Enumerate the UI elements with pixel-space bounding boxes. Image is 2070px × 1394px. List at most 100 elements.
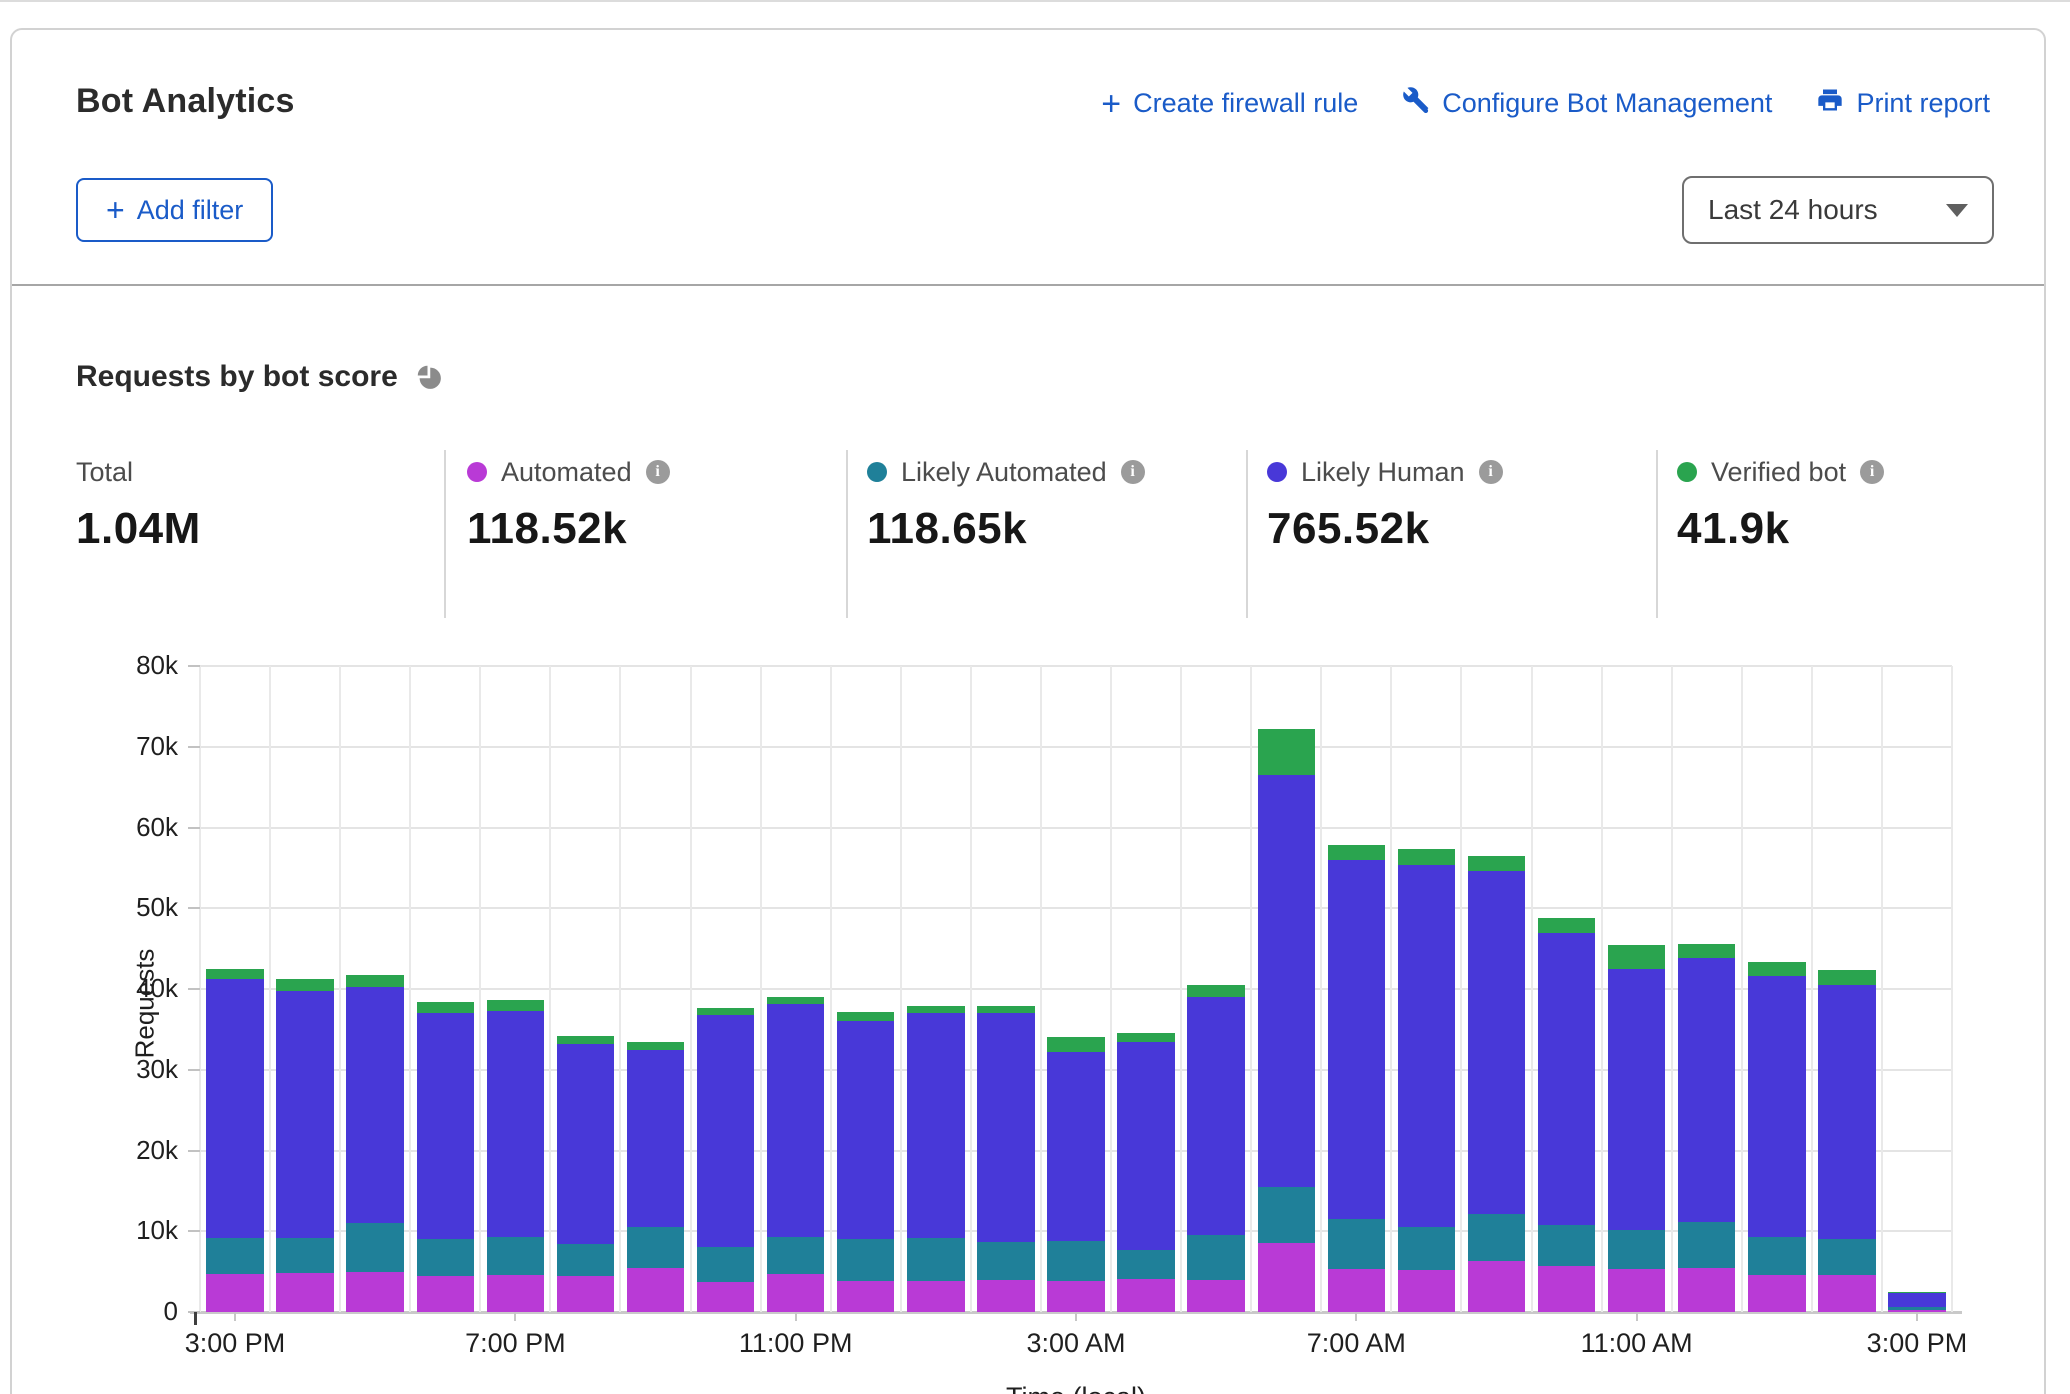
configure-bot-management-link[interactable]: Configure Bot Management (1402, 86, 1772, 121)
bar-segment-automated (1258, 1243, 1315, 1312)
bar-segment-automated (206, 1274, 263, 1312)
bar-segment-likely-automated (346, 1223, 403, 1271)
x-tick (1075, 1312, 1077, 1321)
v-gridline (1951, 666, 1953, 1312)
chart-bar[interactable] (697, 1008, 754, 1312)
v-gridline (1110, 666, 1112, 1312)
bar-segment-likely-human (1047, 1052, 1104, 1241)
bar-segment-automated (276, 1273, 333, 1312)
chart-bar[interactable] (837, 1012, 894, 1312)
stat-value: 765.52k (1267, 504, 1503, 554)
bar-segment-verified-bot (1468, 856, 1525, 871)
info-icon[interactable]: i (1121, 460, 1145, 484)
bar-segment-likely-automated (1258, 1187, 1315, 1244)
time-range-select[interactable]: Last 24 hours (1682, 176, 1994, 244)
bar-segment-verified-bot (206, 969, 263, 979)
y-tick (188, 988, 200, 990)
wrench-icon (1402, 86, 1430, 121)
chart-bar[interactable] (1187, 985, 1244, 1312)
create-firewall-rule-link[interactable]: + Create firewall rule (1101, 88, 1358, 119)
chart-bar[interactable] (1117, 1033, 1174, 1312)
chart-bar[interactable] (1678, 944, 1735, 1312)
bar-segment-verified-bot (487, 1000, 544, 1010)
x-tick-label: 7:00 PM (465, 1328, 566, 1359)
chart-bar[interactable] (1047, 1037, 1104, 1312)
bar-segment-verified-bot (977, 1006, 1034, 1013)
requests-by-bot-score-chart: 010k20k30k40k50k60k70k80k3:00 PM7:00 PM1… (200, 666, 1952, 1312)
chart-bar[interactable] (417, 1002, 474, 1312)
v-gridline (1881, 666, 1883, 1312)
chart-bar[interactable] (977, 1006, 1034, 1312)
bar-segment-automated (1117, 1279, 1174, 1312)
x-tick-label: 3:00 PM (1867, 1328, 1968, 1359)
bar-segment-likely-automated (487, 1237, 544, 1275)
stat-label: Total (76, 457, 133, 488)
v-gridline (690, 666, 692, 1312)
v-gridline (830, 666, 832, 1312)
h-gridline (200, 827, 1952, 829)
header-divider (12, 284, 2044, 286)
v-gridline (409, 666, 411, 1312)
print-report-link[interactable]: Print report (1816, 86, 1990, 121)
bar-segment-likely-human (1187, 997, 1244, 1235)
plus-icon: + (106, 196, 125, 224)
bar-segment-verified-bot (346, 975, 403, 987)
bar-segment-likely-human (1888, 1293, 1945, 1308)
section-title-row: Requests by bot score (76, 360, 444, 394)
chart-bar[interactable] (1398, 849, 1455, 1312)
chart-bar[interactable] (346, 975, 403, 1312)
info-icon[interactable]: i (1860, 460, 1884, 484)
bar-segment-likely-human (1748, 976, 1805, 1237)
h-gridline (200, 665, 1952, 667)
y-tick-label: 20k (98, 1135, 178, 1166)
time-range-value: Last 24 hours (1708, 194, 1878, 226)
v-gridline (619, 666, 621, 1312)
chart-bar[interactable] (276, 979, 333, 1312)
bar-segment-likely-human (1678, 958, 1735, 1221)
bar-segment-likely-human (417, 1013, 474, 1239)
v-gridline (1040, 666, 1042, 1312)
chart-bar[interactable] (206, 969, 263, 1312)
chart-bar[interactable] (1258, 729, 1315, 1312)
chart-bar[interactable] (1538, 918, 1595, 1312)
x-tick-label: 11:00 PM (739, 1328, 853, 1359)
bar-segment-likely-human (907, 1013, 964, 1237)
bot-analytics-page: Bot Analytics + Create firewall rule Con… (0, 0, 2070, 1394)
section-title: Requests by bot score (76, 360, 398, 394)
bar-segment-likely-automated (1678, 1222, 1735, 1268)
x-axis-title: Time (local) (1006, 1382, 1146, 1394)
chart-bar[interactable] (1468, 856, 1525, 1312)
bar-segment-likely-human (1117, 1042, 1174, 1250)
chart-bar[interactable] (557, 1036, 614, 1312)
configure-bot-management-label: Configure Bot Management (1442, 88, 1772, 119)
bar-segment-automated (346, 1272, 403, 1312)
bar-segment-verified-bot (1187, 985, 1244, 997)
chart-bar[interactable] (627, 1042, 684, 1312)
x-tick-label: 3:00 AM (1026, 1328, 1125, 1359)
chart-bar[interactable] (1818, 970, 1875, 1312)
bar-segment-verified-bot (557, 1036, 614, 1044)
bar-segment-likely-automated (907, 1238, 964, 1282)
bar-segment-verified-bot (1258, 729, 1315, 775)
stat-value: 118.52k (467, 504, 670, 554)
add-filter-button[interactable]: + Add filter (76, 178, 273, 242)
bar-segment-likely-automated (276, 1238, 333, 1274)
y-tick-label: 10k (98, 1215, 178, 1246)
info-icon[interactable]: i (1479, 460, 1503, 484)
stat-value: 118.65k (867, 504, 1145, 554)
chart-bar[interactable] (1608, 945, 1665, 1312)
chart-bar[interactable] (1328, 845, 1385, 1312)
bar-segment-verified-bot (907, 1006, 964, 1013)
v-gridline (1320, 666, 1322, 1312)
info-icon[interactable]: i (646, 460, 670, 484)
chart-bar[interactable] (1888, 1292, 1945, 1312)
chart-bar[interactable] (1748, 962, 1805, 1312)
x-tick (514, 1312, 516, 1321)
bar-segment-likely-human (1818, 985, 1875, 1239)
x-tick (1636, 1312, 1638, 1321)
stat-divider (1656, 450, 1658, 618)
chart-bar[interactable] (487, 1000, 544, 1312)
chart-bar[interactable] (767, 997, 824, 1312)
chart-bar[interactable] (907, 1006, 964, 1312)
bar-segment-likely-automated (977, 1242, 1034, 1280)
